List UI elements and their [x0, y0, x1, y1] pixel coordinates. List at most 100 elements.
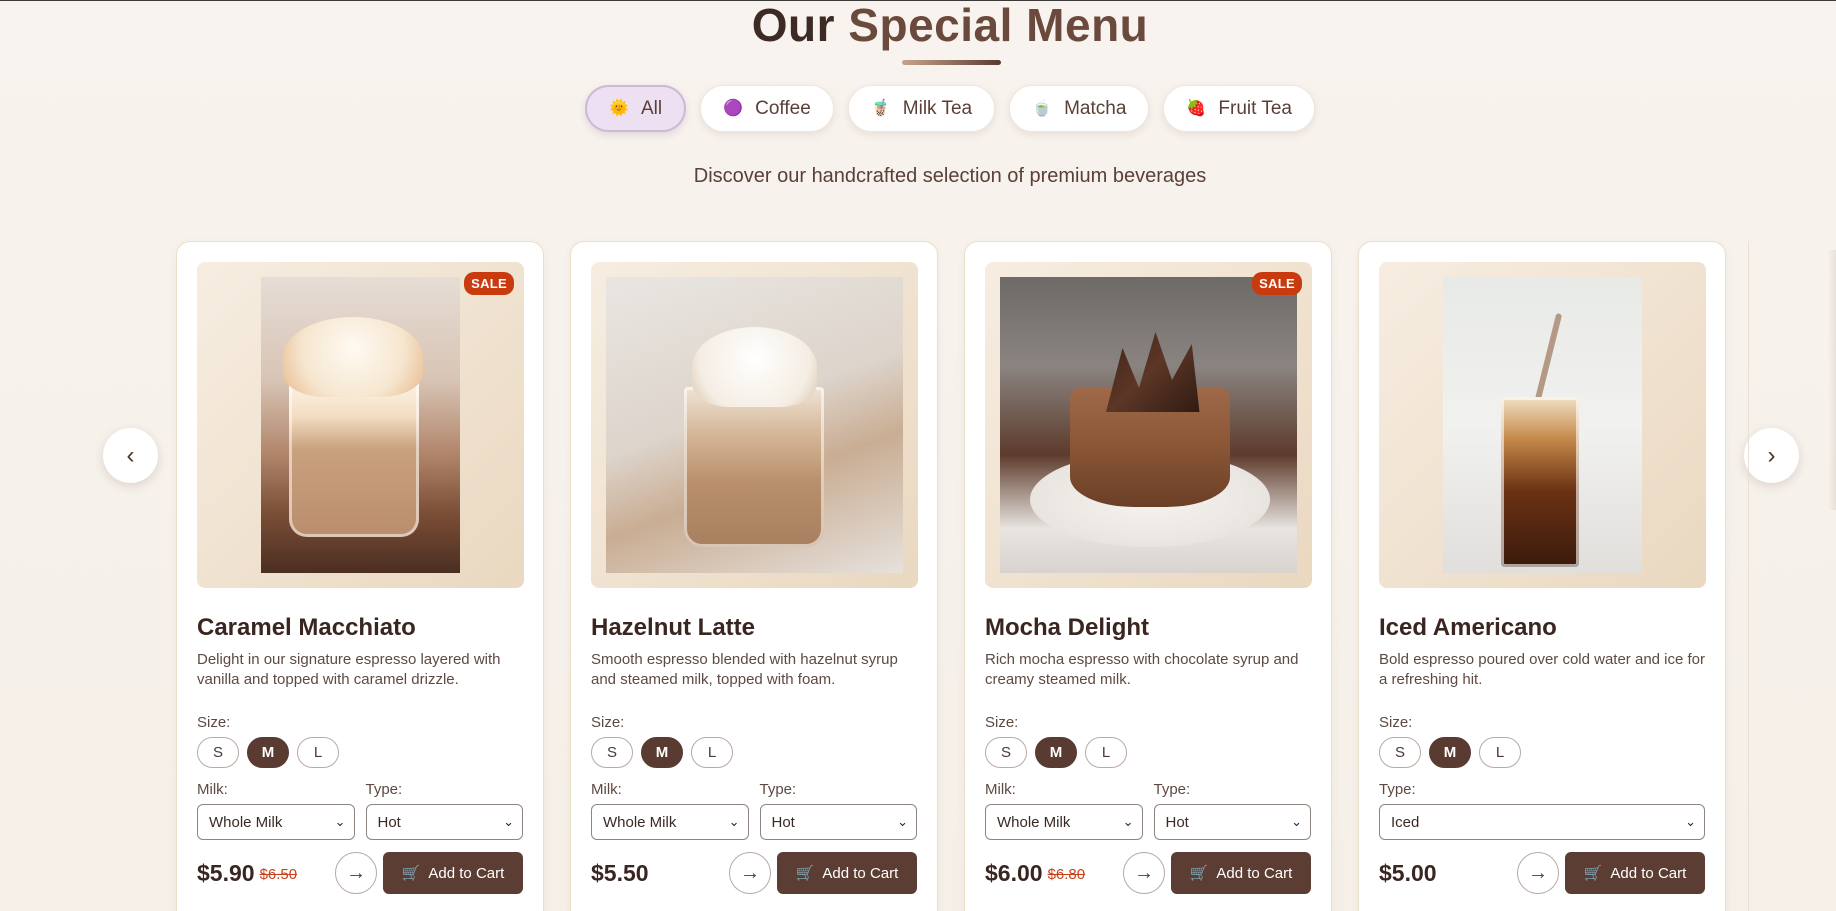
milk-select-value: Whole Milk [603, 813, 677, 831]
type-select[interactable]: Hot ⌄ [365, 804, 523, 840]
size-selector: S M L [197, 737, 523, 768]
size-option-l[interactable]: L [691, 737, 733, 768]
product-photo [1000, 277, 1297, 573]
carousel-prev-button[interactable]: ‹ [103, 428, 158, 483]
type-label: Type: [1153, 781, 1191, 798]
product-card: SALE Caramel Macchiato Delight in our si… [176, 241, 544, 911]
type-select-value: Hot [1165, 813, 1189, 831]
product-description: Delight in our signature espresso layere… [197, 651, 501, 688]
chocolate-shards-illustration [1106, 332, 1200, 412]
options-row: Milk: Whole Milk ⌄ Type: Hot ⌄ [197, 781, 523, 840]
size-selector: S M L [1379, 737, 1705, 768]
type-select[interactable]: Iced ⌄ [1379, 804, 1705, 840]
add-to-cart-button[interactable]: 🛒 Add to Cart [1171, 852, 1311, 894]
product-price: $5.00 [1379, 859, 1437, 886]
card-footer: $6.00 $6.80 → 🛒 Add to Cart [985, 852, 1311, 894]
product-price: $6.00 [985, 859, 1043, 886]
product-image-frame: SALE [197, 262, 524, 588]
chevron-down-icon: ⌄ [1291, 814, 1302, 829]
size-option-s[interactable]: S [1379, 737, 1421, 768]
size-selector: S M L [591, 737, 917, 768]
carousel-edge-shadow [1828, 250, 1836, 510]
milk-option: Milk: Whole Milk ⌄ [197, 781, 355, 840]
product-card: Iced Americano Bold espresso poured over… [1358, 241, 1726, 911]
type-select-value: Hot [377, 813, 401, 831]
category-label: Milk Tea [902, 97, 973, 119]
size-option-l[interactable]: L [1479, 737, 1521, 768]
card-footer: $5.90 $6.50 → 🛒 Add to Cart [197, 852, 523, 894]
size-option-s[interactable]: S [197, 737, 239, 768]
add-to-cart-label: Add to Cart [1610, 864, 1687, 882]
arrow-right-icon: → [740, 861, 760, 884]
product-name: Iced Americano [1379, 614, 1557, 641]
next-product-card-peek [1748, 241, 1788, 911]
glass-mug-illustration [684, 387, 824, 547]
milk-select-value: Whole Milk [997, 813, 1071, 831]
size-option-s[interactable]: S [985, 737, 1027, 768]
type-select-value: Hot [771, 813, 795, 831]
milk-select[interactable]: Whole Milk ⌄ [985, 804, 1143, 840]
size-option-l[interactable]: L [297, 737, 339, 768]
product-price: $5.90 [197, 859, 255, 886]
milk-select[interactable]: Whole Milk ⌄ [197, 804, 355, 840]
sun-icon: 🌞 [609, 99, 629, 117]
size-label: Size: [1379, 714, 1413, 731]
iced-glass-illustration [1501, 397, 1579, 567]
category-chip-coffee[interactable]: 🟣 Coffee [700, 85, 834, 132]
size-option-m[interactable]: M [641, 737, 683, 768]
arrow-right-icon: → [1134, 861, 1154, 884]
page-title: Our Special Menu [0, 0, 1836, 52]
size-option-l[interactable]: L [1085, 737, 1127, 768]
size-option-m[interactable]: M [247, 737, 289, 768]
size-option-s[interactable]: S [591, 737, 633, 768]
sale-badge: SALE [1252, 272, 1302, 295]
whipped-cream-illustration [692, 327, 817, 407]
product-description: Rich mocha espresso with chocolate syrup… [985, 651, 1299, 688]
view-details-button[interactable]: → [1123, 852, 1165, 894]
product-image-frame [1379, 262, 1706, 588]
cart-icon: 🛒 [1583, 865, 1603, 882]
options-row: Milk: Whole Milk ⌄ Type: Hot ⌄ [985, 781, 1311, 840]
product-name: Mocha Delight [985, 614, 1150, 641]
size-label: Size: [985, 714, 1019, 731]
arrow-right-icon: → [346, 861, 366, 884]
category-chip-all[interactable]: 🌞 All [585, 85, 687, 132]
type-select[interactable]: Hot ⌄ [759, 804, 917, 840]
category-chip-matcha[interactable]: 🍵 Matcha [1009, 85, 1150, 132]
category-chip-fruit-tea[interactable]: 🍓 Fruit Tea [1163, 85, 1315, 132]
tea-icon: 🍵 [1032, 99, 1053, 117]
view-details-button[interactable]: → [729, 852, 771, 894]
milk-label: Milk: [985, 781, 1016, 798]
milk-select[interactable]: Whole Milk ⌄ [591, 804, 749, 840]
product-photo [1443, 277, 1642, 573]
type-select-value: Iced [1391, 813, 1420, 831]
card-footer: $5.00 → 🛒 Add to Cart [1379, 852, 1705, 894]
type-select[interactable]: Hot ⌄ [1153, 804, 1311, 840]
type-label: Type: [1379, 781, 1416, 798]
add-to-cart-button[interactable]: 🛒 Add to Cart [383, 852, 523, 894]
add-to-cart-label: Add to Cart [1216, 864, 1293, 882]
type-option: Type: Hot ⌄ [1153, 781, 1311, 840]
product-carousel: SALE Caramel Macchiato Delight in our si… [176, 241, 1726, 911]
add-to-cart-label: Add to Cart [822, 864, 899, 882]
size-option-m[interactable]: M [1035, 737, 1077, 768]
options-row: Milk: Whole Milk ⌄ Type: Hot ⌄ [591, 781, 917, 840]
product-price: $5.50 [591, 859, 649, 886]
product-card: SALE Mocha Delight Rich mocha espresso w… [964, 241, 1332, 911]
product-image-frame: SALE [985, 262, 1312, 588]
bubble-tea-icon: 🧋 [870, 99, 891, 117]
milk-option: Milk: Whole Milk ⌄ [591, 781, 749, 840]
view-details-button[interactable]: → [1517, 852, 1559, 894]
chevron-down-icon: ⌄ [1685, 814, 1696, 829]
product-name: Hazelnut Latte [591, 614, 756, 641]
milk-select-value: Whole Milk [209, 813, 283, 831]
product-description: Smooth espresso blended with hazelnut sy… [591, 651, 898, 688]
strawberry-icon: 🍓 [1186, 99, 1207, 117]
category-chip-milk-tea[interactable]: 🧋 Milk Tea [847, 85, 996, 132]
add-to-cart-button[interactable]: 🛒 Add to Cart [777, 852, 917, 894]
size-option-m[interactable]: M [1429, 737, 1471, 768]
chevron-down-icon: ⌄ [728, 814, 740, 829]
view-details-button[interactable]: → [335, 852, 377, 894]
add-to-cart-button[interactable]: 🛒 Add to Cart [1565, 852, 1705, 894]
add-to-cart-label: Add to Cart [428, 864, 505, 882]
